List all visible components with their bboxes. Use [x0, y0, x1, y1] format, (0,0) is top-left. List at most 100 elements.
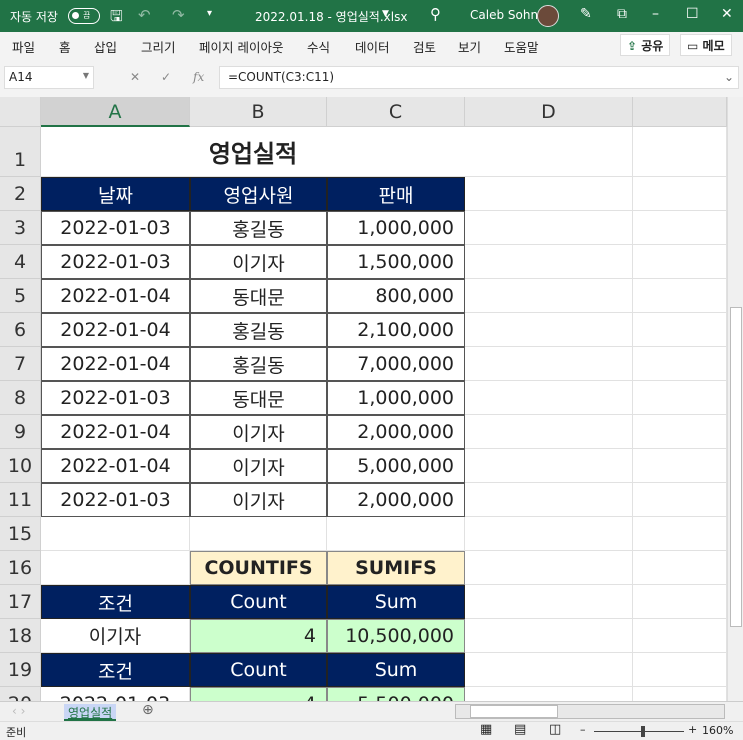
rep-cell[interactable]: 이기자 [190, 449, 327, 483]
rep-cell[interactable]: 홍길동 [190, 347, 327, 381]
row-header[interactable]: 6 [0, 313, 41, 347]
zoom-level[interactable]: 160% [702, 724, 733, 737]
date-cell[interactable]: 2022-01-03 [41, 245, 190, 279]
zoom-slider[interactable]: – + [580, 723, 700, 738]
sheet-title[interactable]: 영업실적 [41, 127, 465, 177]
cell[interactable] [633, 177, 727, 211]
tab-draw[interactable]: 그리기 [141, 37, 176, 56]
sheet-tab[interactable]: 영업실적 [64, 704, 117, 721]
share-button[interactable]: ⇪ 공유 [620, 34, 671, 56]
date-cell[interactable]: 2022-01-04 [41, 449, 190, 483]
redo-icon[interactable]: ↷ [172, 6, 185, 24]
cell[interactable] [633, 517, 727, 551]
cell[interactable] [465, 687, 633, 701]
sales-cell[interactable]: 1,000,000 [327, 381, 465, 415]
add-sheet-icon[interactable]: ⊕ [142, 702, 154, 718]
date-cell[interactable]: 2022-01-04 [41, 415, 190, 449]
normal-view-icon[interactable]: ▦ [480, 722, 492, 737]
criteria-header-cell[interactable]: Count [190, 653, 327, 687]
select-all-corner[interactable] [0, 97, 41, 127]
minimize-icon[interactable]: – [652, 6, 659, 22]
cell[interactable] [465, 381, 633, 415]
formula-input[interactable]: =COUNT(C3:C11) ⌄ [219, 66, 739, 89]
cell[interactable] [633, 245, 727, 279]
page-break-view-icon[interactable]: ◫ [549, 722, 561, 737]
name-box[interactable]: A14 ▼ [4, 66, 94, 89]
date-cell[interactable]: 2022-01-03 [41, 211, 190, 245]
avatar[interactable] [537, 5, 559, 27]
sales-cell[interactable]: 2,100,000 [327, 313, 465, 347]
expand-formula-icon[interactable]: ⌄ [724, 70, 734, 84]
criteria-cell[interactable]: 2022-01-03 [41, 687, 190, 701]
row-header[interactable]: 8 [0, 381, 41, 415]
count-result-cell[interactable]: 4 [190, 687, 327, 701]
criteria-header-cell[interactable]: 조건 [41, 653, 190, 687]
row-header[interactable]: 4 [0, 245, 41, 279]
cell[interactable] [465, 585, 633, 619]
chevron-down-icon[interactable]: ▼ [83, 71, 89, 80]
tab-help[interactable]: 도움말 [504, 37, 539, 56]
tab-data[interactable]: 데이터 [355, 37, 390, 56]
tab-file[interactable]: 파일 [12, 37, 35, 56]
comments-button[interactable]: ▭ 메모 [680, 34, 732, 56]
cell[interactable] [633, 279, 727, 313]
row-header[interactable]: 15 [0, 517, 41, 551]
date-cell[interactable]: 2022-01-04 [41, 279, 190, 313]
sum-result-cell[interactable]: 10,500,000 [327, 619, 465, 653]
cell[interactable] [41, 517, 190, 551]
rep-cell[interactable]: 홍길동 [190, 313, 327, 347]
cell[interactable] [633, 483, 727, 517]
row-header[interactable]: 10 [0, 449, 41, 483]
cell[interactable] [633, 381, 727, 415]
column-header-a[interactable]: A [41, 97, 190, 127]
row-header[interactable]: 3 [0, 211, 41, 245]
insert-function-icon[interactable]: fx [193, 70, 204, 84]
cell[interactable] [465, 313, 633, 347]
tab-formulas[interactable]: 수식 [307, 37, 330, 56]
cell[interactable] [633, 415, 727, 449]
cell[interactable] [327, 517, 465, 551]
column-header-c[interactable]: C [327, 97, 465, 127]
tab-review[interactable]: 검토 [413, 37, 436, 56]
criteria-header-cell[interactable]: Sum [327, 653, 465, 687]
table-header-cell[interactable]: 영업사원 [190, 177, 327, 211]
row-header[interactable]: 1 [0, 127, 41, 177]
cell[interactable] [633, 347, 727, 381]
rep-cell[interactable]: 동대문 [190, 381, 327, 415]
close-icon[interactable]: ✕ [721, 6, 733, 22]
tab-insert[interactable]: 삽입 [94, 37, 117, 56]
row-header[interactable]: 5 [0, 279, 41, 313]
rep-cell[interactable]: 이기자 [190, 415, 327, 449]
rep-cell[interactable]: 동대문 [190, 279, 327, 313]
autosave-toggle[interactable]: 끔 [68, 8, 100, 24]
criteria-header-cell[interactable]: Count [190, 585, 327, 619]
worksheet-grid[interactable]: ABCD1234567891011151617181920영업실적날짜영업사원판… [0, 97, 727, 701]
table-header-cell[interactable]: 판매 [327, 177, 465, 211]
customize-icon[interactable]: ▾ [207, 8, 212, 19]
sales-cell[interactable]: 1,000,000 [327, 211, 465, 245]
sales-cell[interactable]: 7,000,000 [327, 347, 465, 381]
row-header[interactable]: 11 [0, 483, 41, 517]
row-header[interactable]: 20 [0, 687, 41, 701]
column-header-d[interactable]: D [465, 97, 633, 127]
tab-page-layout[interactable]: 페이지 레이아웃 [199, 37, 283, 56]
cell[interactable] [41, 551, 190, 585]
date-cell[interactable]: 2022-01-03 [41, 483, 190, 517]
cell[interactable] [633, 687, 727, 701]
cell[interactable] [633, 313, 727, 347]
horizontal-scroll-thumb[interactable] [470, 705, 558, 718]
cell[interactable] [465, 483, 633, 517]
tab-view[interactable]: 보기 [458, 37, 481, 56]
row-header[interactable]: 16 [0, 551, 41, 585]
maximize-icon[interactable]: ☐ [686, 6, 699, 22]
vertical-scrollbar[interactable] [727, 97, 743, 701]
cell[interactable] [633, 619, 727, 653]
undo-icon[interactable]: ↶ [138, 6, 151, 24]
cell[interactable] [465, 177, 633, 211]
criteria-header-cell[interactable]: Sum [327, 585, 465, 619]
criteria-cell[interactable]: 이기자 [41, 619, 190, 653]
cell[interactable] [465, 279, 633, 313]
sales-cell[interactable]: 2,000,000 [327, 483, 465, 517]
scroll-thumb[interactable] [730, 307, 742, 627]
enter-icon[interactable]: ✓ [161, 70, 171, 84]
